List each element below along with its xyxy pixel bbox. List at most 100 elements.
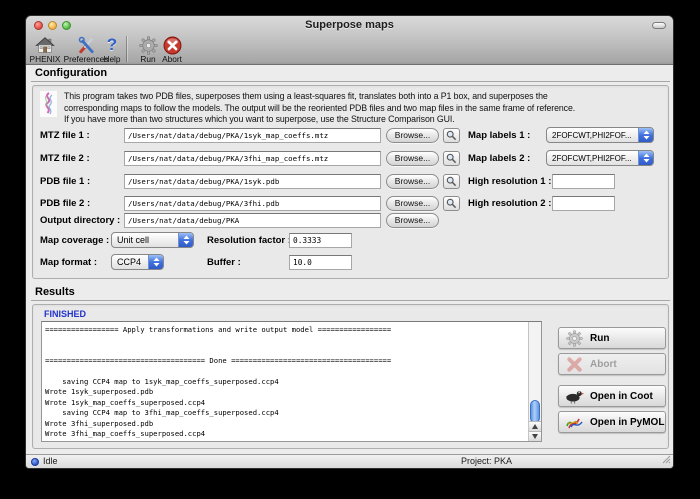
mtz-file-2-input[interactable] bbox=[124, 151, 381, 166]
results-divider bbox=[31, 300, 670, 301]
superpose-maps-window: Superpose maps PHENIX bbox=[25, 15, 674, 469]
magnifier-icon bbox=[446, 176, 457, 187]
toolbar-button-phenix[interactable]: PHENIX bbox=[28, 34, 62, 64]
magnifier-icon bbox=[446, 153, 457, 164]
high-resolution-1-label: High resolution 1 : bbox=[468, 174, 551, 189]
mtz-file-2-label: MTZ file 2 : bbox=[40, 151, 90, 166]
resize-grip[interactable] bbox=[662, 455, 671, 466]
magnifier-icon bbox=[446, 198, 457, 209]
map-coverage-label: Map coverage : bbox=[40, 233, 109, 248]
pdb-file-2-browse-button[interactable]: Browse... bbox=[386, 196, 439, 211]
gear-icon bbox=[563, 330, 585, 347]
abort-button[interactable]: Abort bbox=[558, 353, 666, 375]
console-scrollbar[interactable] bbox=[528, 322, 541, 441]
status-text: Idle bbox=[43, 455, 58, 468]
console-output[interactable]: ================= Apply transformations … bbox=[41, 321, 542, 442]
ribbon-thumbnail-icon bbox=[40, 91, 57, 117]
status-badge: FINISHED bbox=[44, 309, 86, 319]
configuration-groupbox: This program takes two PDB files, superp… bbox=[32, 85, 669, 279]
window-title: Superpose maps bbox=[86, 19, 613, 31]
zoom-button[interactable] bbox=[62, 21, 71, 30]
window-header[interactable]: Superpose maps PHENIX bbox=[26, 16, 673, 65]
output-directory-input[interactable] bbox=[124, 213, 381, 228]
console-text: ================= Apply transformations … bbox=[42, 322, 541, 439]
open-in-coot-label: Open in Coot bbox=[590, 391, 653, 402]
toolbar-button-run[interactable]: Run bbox=[136, 34, 160, 64]
toolbar-button-abort[interactable]: Abort bbox=[158, 34, 186, 64]
gear-icon bbox=[136, 35, 160, 55]
close-button[interactable] bbox=[34, 21, 43, 30]
project-label: Project: PKA bbox=[461, 455, 512, 468]
map-format-popup[interactable]: CCP4 bbox=[111, 254, 164, 270]
pdb-file-2-label: PDB file 2 : bbox=[40, 196, 90, 211]
resolution-factor-label: Resolution factor : bbox=[207, 233, 291, 248]
configuration-section-title: Configuration bbox=[35, 67, 107, 79]
pdb-file-1-input[interactable] bbox=[124, 174, 381, 189]
magnifier-icon bbox=[446, 130, 457, 141]
abort-button-label: Abort bbox=[590, 359, 617, 370]
toolbar: PHENIX Preferences ? Help bbox=[26, 34, 673, 65]
abort-icon bbox=[158, 35, 186, 55]
toolbar-label-phenix: PHENIX bbox=[28, 55, 62, 64]
toolbar-toggle-button[interactable] bbox=[652, 22, 666, 29]
pdb-file-1-label: PDB file 1 : bbox=[40, 174, 90, 189]
output-directory-browse-button[interactable]: Browse... bbox=[386, 213, 439, 228]
results-groupbox: FINISHED ================= Apply transfo… bbox=[32, 304, 669, 449]
high-resolution-2-label: High resolution 2 : bbox=[468, 196, 551, 211]
description-line-3: If you have more than two structures whi… bbox=[64, 114, 666, 124]
pymol-ribbon-icon bbox=[563, 415, 585, 430]
open-in-pymol-button[interactable]: Open in PyMOL bbox=[558, 411, 666, 433]
map-coverage-popup[interactable]: Unit cell bbox=[111, 232, 194, 248]
run-button[interactable]: Run bbox=[558, 327, 666, 349]
main-content: Configuration This program takes two PDB… bbox=[26, 65, 673, 454]
map-labels-2-popup[interactable]: 2FOFCWT,PHI2FOF... bbox=[546, 150, 654, 166]
resolution-factor-input[interactable] bbox=[289, 233, 352, 248]
scrollbar-thumb[interactable] bbox=[530, 400, 540, 423]
description-line-1: This program takes two PDB files, superp… bbox=[64, 91, 666, 101]
toolbar-label-help: Help bbox=[100, 55, 124, 64]
toolbar-separator bbox=[126, 36, 127, 62]
mtz-file-1-inspect-button[interactable] bbox=[443, 128, 460, 143]
toolbar-label-run: Run bbox=[136, 55, 160, 64]
map-labels-1-popup[interactable]: 2FOFCWT,PHI2FOF... bbox=[546, 127, 654, 143]
desktop-background: Superpose maps PHENIX bbox=[0, 0, 700, 499]
mtz-file-2-browse-button[interactable]: Browse... bbox=[386, 151, 439, 166]
toolbar-label-abort: Abort bbox=[158, 55, 186, 64]
popup-stepper-icon bbox=[638, 151, 653, 165]
mtz-file-1-input[interactable] bbox=[124, 128, 381, 143]
buffer-input[interactable] bbox=[289, 255, 352, 270]
mtz-file-1-browse-button[interactable]: Browse... bbox=[386, 128, 439, 143]
map-labels-2-label: Map labels 2 : bbox=[468, 151, 530, 166]
scroll-up-button[interactable] bbox=[529, 421, 541, 431]
arrow-up-icon bbox=[532, 424, 538, 429]
pdb-file-2-inspect-button[interactable] bbox=[443, 196, 460, 211]
question-icon: ? bbox=[100, 35, 124, 55]
popup-stepper-icon bbox=[638, 128, 653, 142]
minimize-button[interactable] bbox=[48, 21, 57, 30]
open-in-coot-button[interactable]: Open in Coot bbox=[558, 385, 666, 407]
configuration-divider bbox=[31, 81, 670, 82]
mtz-file-1-label: MTZ file 1 : bbox=[40, 128, 90, 143]
open-in-pymol-label: Open in PyMOL bbox=[590, 417, 664, 428]
toolbar-button-help[interactable]: ? Help bbox=[100, 34, 124, 64]
pdb-file-2-input[interactable] bbox=[124, 196, 381, 211]
map-labels-1-label: Map labels 1 : bbox=[468, 128, 530, 143]
mtz-file-2-inspect-button[interactable] bbox=[443, 151, 460, 166]
status-bar: Idle Project: PKA bbox=[26, 454, 673, 468]
results-section-title: Results bbox=[35, 286, 75, 298]
buffer-label: Buffer : bbox=[207, 255, 241, 270]
pdb-file-1-inspect-button[interactable] bbox=[443, 174, 460, 189]
home-icon bbox=[28, 35, 62, 55]
scroll-down-button[interactable] bbox=[529, 431, 541, 441]
description-line-2: corresponding maps to follow the models.… bbox=[64, 103, 666, 113]
high-resolution-1-input[interactable] bbox=[552, 174, 615, 189]
pdb-file-1-browse-button[interactable]: Browse... bbox=[386, 174, 439, 189]
map-format-label: Map format : bbox=[40, 255, 97, 270]
arrow-down-icon bbox=[532, 434, 538, 439]
popup-stepper-icon bbox=[178, 233, 193, 247]
coot-bird-icon bbox=[563, 389, 585, 404]
high-resolution-2-input[interactable] bbox=[552, 196, 615, 211]
run-button-label: Run bbox=[590, 333, 609, 344]
abort-x-icon bbox=[563, 356, 585, 373]
popup-stepper-icon bbox=[148, 255, 163, 269]
